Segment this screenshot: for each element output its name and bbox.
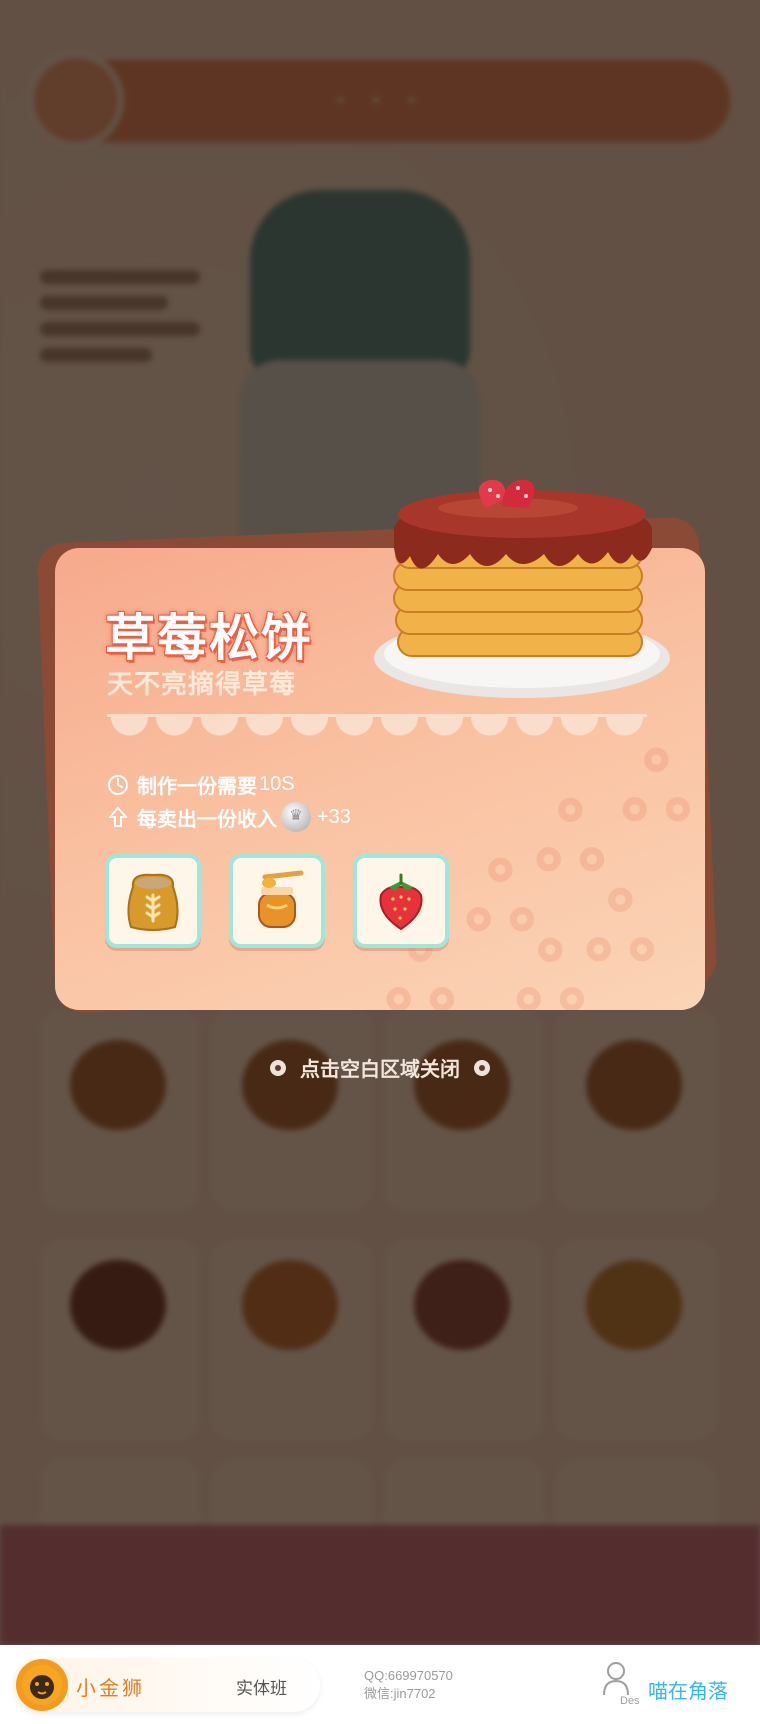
ingredient-slot[interactable] xyxy=(353,854,449,948)
pretzel-pattern-icon: ஃ xyxy=(585,879,656,979)
income-label: 每卖出一份收入 xyxy=(137,808,277,831)
make-time-value: 10S xyxy=(259,773,295,795)
upgrade-arrow-icon xyxy=(107,806,129,828)
income-row: 每卖出一份收入 +33 xyxy=(107,802,351,832)
watermark-footer: 小金狮 实体班 QQ:669970570 微信:jin7702 Des 喵在角落 xyxy=(0,1645,760,1724)
close-hint[interactable]: 点击空白区域关闭 xyxy=(0,1053,760,1082)
make-time-row: 制作一份需要 10S xyxy=(107,770,295,799)
scallop-divider xyxy=(107,714,647,748)
pretzel-pattern-icon: ஃ xyxy=(515,929,586,1010)
wechat-text: 微信:jin7702 xyxy=(364,1686,436,1701)
coin-icon xyxy=(281,802,311,832)
ingredient-list xyxy=(105,854,449,948)
lion-logo-icon xyxy=(16,1659,68,1711)
contact-info: QQ:669970570 微信:jin7702 xyxy=(364,1667,453,1703)
flour-sack-icon xyxy=(127,873,179,931)
qq-text: QQ:669970570 xyxy=(364,1668,453,1683)
ingredient-slot[interactable] xyxy=(229,854,325,948)
dish-title: 草莓松饼 xyxy=(105,610,313,666)
author-name: 喵在角落 xyxy=(648,1681,728,1703)
make-time-label: 制作一份需要 xyxy=(137,776,257,798)
strawberry-pancake-icon xyxy=(374,479,670,698)
dish-subtitle: 天不亮摘得草莓 xyxy=(107,669,297,699)
clock-icon xyxy=(107,774,129,796)
strawberry-icon xyxy=(379,873,423,931)
user-icon xyxy=(603,1662,629,1695)
hint-dot-icon xyxy=(270,1059,286,1076)
class-label: 实体班 xyxy=(236,1679,287,1698)
pretzel-pattern-icon: ஃ xyxy=(621,739,692,839)
brand-name: 小金狮 xyxy=(76,1678,145,1700)
ingredient-slot[interactable] xyxy=(105,854,201,948)
income-value: +33 xyxy=(317,805,351,828)
honey-jar-icon xyxy=(258,870,304,928)
hint-dot-icon xyxy=(474,1059,490,1076)
des-label: Des xyxy=(620,1695,640,1707)
close-hint-text: 点击空白区域关闭 xyxy=(300,1059,460,1081)
